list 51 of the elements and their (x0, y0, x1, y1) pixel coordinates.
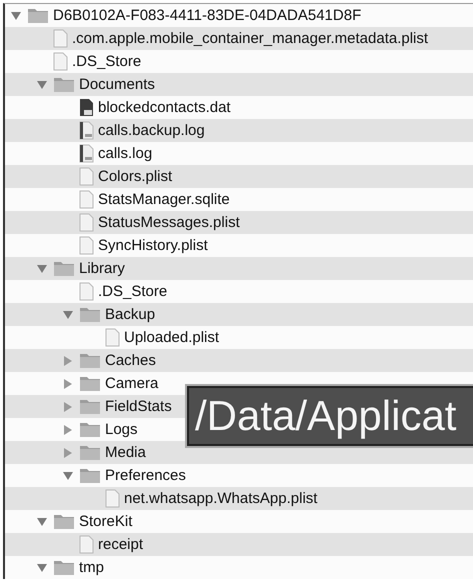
expanded-triangle-icon[interactable] (37, 516, 47, 526)
folder-name[interactable]: Logs (105, 421, 138, 438)
file-name[interactable]: .DS_Store (72, 53, 142, 70)
file-name[interactable]: receipt (98, 536, 144, 553)
file-icon (79, 535, 94, 554)
file-name[interactable]: calls.log (98, 145, 152, 162)
caption-text: /Data/Applicat (195, 392, 456, 440)
expanded-triangle-icon[interactable] (63, 310, 73, 320)
expanded-triangle-icon[interactable] (11, 10, 21, 20)
folder-icon (53, 260, 75, 277)
folder-name[interactable]: Camera (105, 375, 158, 392)
folder-icon (79, 398, 101, 415)
expanded-triangle-icon[interactable] (37, 80, 47, 90)
folder-icon (79, 306, 101, 323)
folder-icon (53, 559, 75, 576)
collapsed-triangle-icon[interactable] (63, 378, 73, 388)
log-file-icon (79, 144, 94, 163)
collapsed-triangle-icon[interactable] (63, 402, 73, 412)
file-icon (53, 29, 68, 48)
expanded-triangle-icon[interactable] (37, 264, 47, 274)
file-name[interactable]: calls.backup.log (98, 122, 205, 139)
collapsed-triangle-icon[interactable] (63, 424, 73, 434)
file-icon (105, 489, 120, 508)
expanded-triangle-icon[interactable] (63, 470, 73, 480)
folder-icon (79, 467, 101, 484)
file-name[interactable]: Colors.plist (98, 168, 172, 185)
file-name[interactable]: .DS_Store (98, 283, 168, 300)
data-file-icon (79, 98, 94, 117)
folder-name[interactable]: Caches (105, 352, 156, 369)
folder-icon (53, 513, 75, 530)
folder-name[interactable]: Preferences (105, 467, 186, 484)
folder-icon (79, 375, 101, 392)
collapsed-triangle-icon[interactable] (63, 448, 73, 458)
folder-icon (53, 76, 75, 93)
folder-name[interactable]: tmp (79, 559, 104, 576)
folder-icon (79, 352, 101, 369)
folder-name[interactable]: Backup (105, 306, 156, 323)
file-name[interactable]: SyncHistory.plist (98, 237, 208, 254)
folder-icon (79, 444, 101, 461)
folder-name[interactable]: StoreKit (79, 513, 132, 530)
folder-icon (79, 421, 101, 438)
file-icon (79, 167, 94, 186)
folder-name[interactable]: Library (79, 260, 125, 277)
file-icon (79, 213, 94, 232)
expanded-triangle-icon[interactable] (37, 562, 47, 572)
collapsed-triangle-icon[interactable] (63, 356, 73, 366)
file-name[interactable]: Uploaded.plist (124, 329, 220, 346)
folder-name[interactable]: Media (105, 444, 146, 461)
folder-icon (27, 7, 49, 24)
folder-name[interactable]: Documents (79, 76, 155, 93)
folder-name[interactable]: FieldStats (105, 398, 172, 415)
